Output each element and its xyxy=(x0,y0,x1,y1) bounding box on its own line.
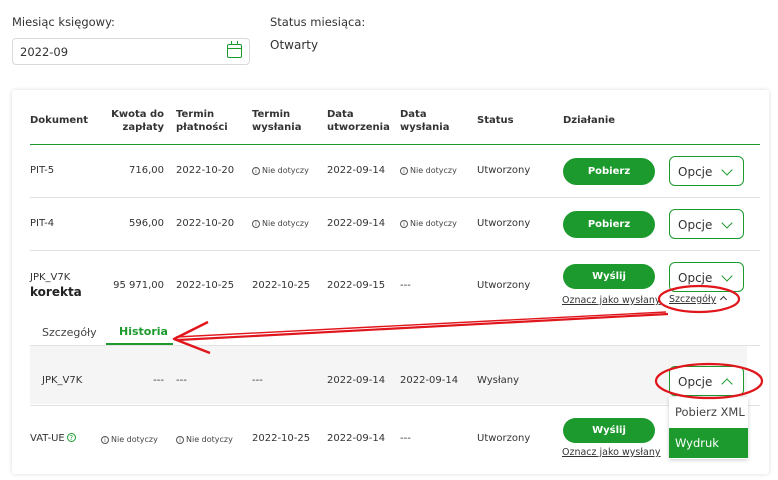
annotation-circle-details xyxy=(657,284,741,314)
annotation-overlay xyxy=(172,284,764,400)
annotation-arrow-line xyxy=(177,312,669,342)
annotation-arrow-line-2 xyxy=(175,311,667,338)
annotation-circle-options xyxy=(654,362,764,400)
